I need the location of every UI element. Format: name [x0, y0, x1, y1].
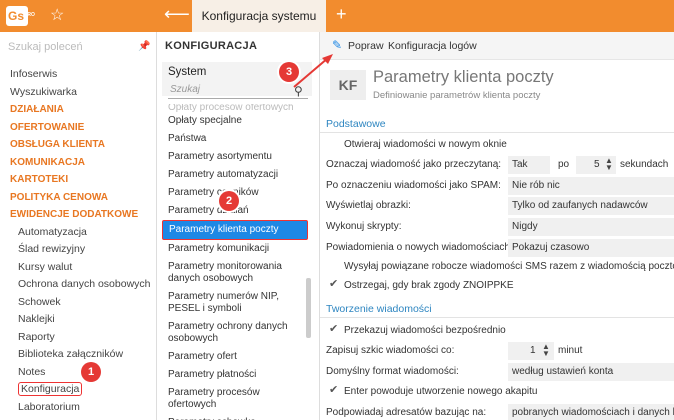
annotation-arrow [293, 54, 333, 88]
step-badge-3: 3 [279, 62, 299, 82]
step-badge-2: 2 [219, 191, 239, 211]
step-badge-1: 1 [81, 362, 101, 382]
